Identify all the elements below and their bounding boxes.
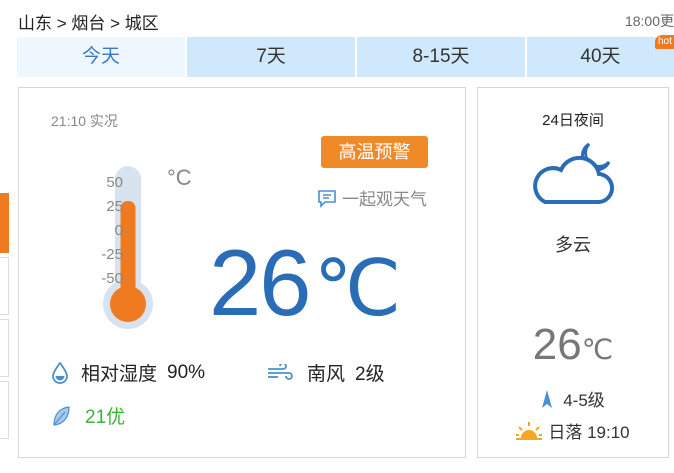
tab-8-15-days[interactable]: 8-15天 [357, 37, 527, 77]
sunset: 日落 19:10 [478, 418, 668, 443]
night-wind-level: 4-5级 [563, 391, 605, 410]
night-temperature-unit: ℃ [581, 334, 614, 365]
sunset-icon [516, 421, 543, 440]
wind-info: 南风 2级 [267, 359, 385, 386]
scale-tick: 0 [114, 222, 123, 239]
water-drop-icon [52, 361, 68, 384]
humidity: 相对湿度 90% [51, 359, 205, 386]
wind-icon [268, 363, 293, 380]
tonight-forecast-panel: 24日夜间 多云 26℃ 4-5级 日落 19:10 [477, 87, 669, 458]
chat-icon [318, 189, 336, 208]
tab-today[interactable]: 今天 [17, 37, 187, 77]
update-time: 18:00更 [624, 13, 674, 29]
night-title: 24日夜间 [542, 112, 604, 129]
tab-40-days[interactable]: 40天 hot [527, 35, 674, 77]
current-temperature-unit: ℃ [313, 244, 402, 332]
side-tab[interactable] [0, 381, 9, 439]
thermometer-unit: °C [167, 165, 192, 190]
hot-badge: hot [655, 35, 674, 49]
forecast-tabs: 今天 7天 8-15天 40天 hot [17, 35, 674, 77]
tab-40-days-label: 40天 [580, 46, 621, 67]
together-weather-link[interactable]: 一起观天气 [317, 185, 427, 210]
night-weather: 多云 [555, 235, 591, 255]
high-temp-warning-button[interactable]: 高温预警 [321, 136, 428, 168]
scale-tick: -50 [101, 270, 123, 287]
together-weather-label: 一起观天气 [342, 190, 427, 209]
current-weather-panel: 21:10 实况 高温预警 一起观天气 °C 50 25 0 -25 -50 2… [18, 87, 466, 458]
cloudy-night-icon [527, 138, 619, 215]
night-temperature-value: 26 [532, 320, 582, 369]
leaf-icon [53, 405, 70, 426]
breadcrumb: 山东 > 烟台 > 城区 [18, 14, 159, 33]
scale-tick: -25 [101, 246, 123, 263]
side-tab[interactable] [0, 319, 9, 377]
humidity-label: 相对湿度 [81, 364, 158, 385]
scale-tick: 25 [106, 198, 123, 215]
aqi-value: 21优 [85, 407, 126, 428]
tab-7-days[interactable]: 7天 [187, 37, 357, 77]
side-tab[interactable] [0, 257, 9, 315]
wind-direction-arrow-icon [542, 389, 553, 408]
side-tab-active[interactable] [0, 193, 9, 253]
air-quality[interactable]: 21优 [51, 402, 125, 429]
observation-time: 21:10 实况 [51, 113, 118, 129]
wind-direction: 南风 [307, 364, 346, 385]
current-temperature-value: 26 [209, 230, 312, 335]
night-temperature: 26℃ [478, 320, 668, 370]
humidity-value: 90% [167, 361, 206, 383]
sunset-time: 日落 19:10 [548, 423, 630, 442]
wind-level: 2级 [355, 364, 385, 385]
scale-tick: 50 [106, 174, 123, 191]
current-temperature: 26℃ [209, 236, 401, 330]
night-wind: 4-5级 [478, 386, 668, 411]
